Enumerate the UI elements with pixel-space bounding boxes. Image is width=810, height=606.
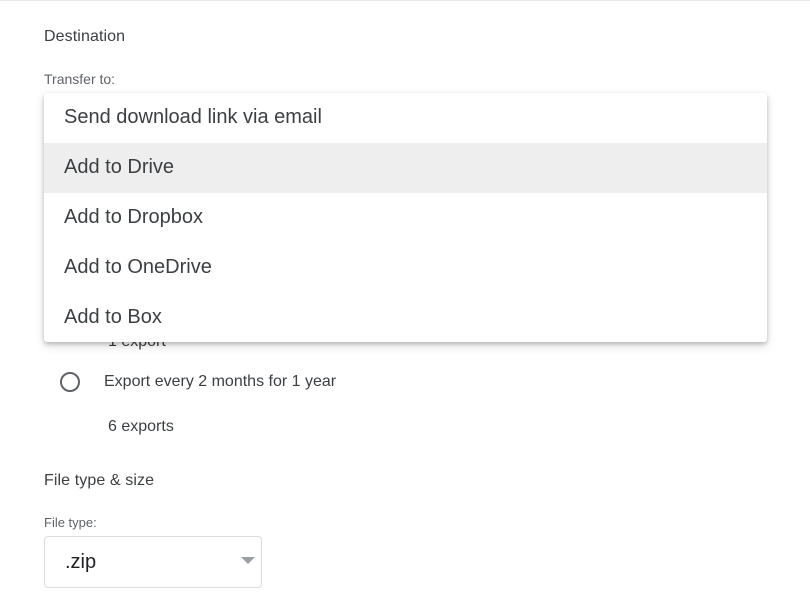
- frequency-option-every-2-months[interactable]: Export every 2 months for 1 year: [60, 372, 336, 392]
- top-divider: [0, 0, 810, 1]
- transfer-to-dropdown-menu: Send download link via email Add to Driv…: [44, 93, 767, 342]
- menu-item-add-to-onedrive[interactable]: Add to OneDrive: [44, 242, 767, 292]
- file-type-value: .zip: [65, 550, 97, 573]
- frequency-option-label: Export every 2 months for 1 year: [104, 373, 337, 390]
- menu-item-send-download-link[interactable]: Send download link via email: [44, 93, 767, 143]
- menu-item-add-to-dropbox[interactable]: Add to Dropbox: [44, 193, 767, 243]
- file-type-label: File type:: [44, 515, 97, 530]
- menu-item-add-to-box[interactable]: Add to Box: [44, 292, 767, 342]
- file-type-size-heading: File type & size: [44, 472, 155, 489]
- menu-item-add-to-drive[interactable]: Add to Drive: [44, 142, 767, 193]
- transfer-to-label: Transfer to:: [44, 71, 116, 87]
- file-type-select[interactable]: .zip: [44, 536, 262, 588]
- radio-unselected-icon[interactable]: [60, 372, 80, 392]
- destination-heading: Destination: [44, 28, 126, 45]
- export-settings-page: Destination Transfer to: 1 export Export…: [0, 0, 810, 606]
- frequency-option-count: 6 exports: [108, 418, 174, 435]
- dropdown-arrow-icon: [241, 557, 255, 564]
